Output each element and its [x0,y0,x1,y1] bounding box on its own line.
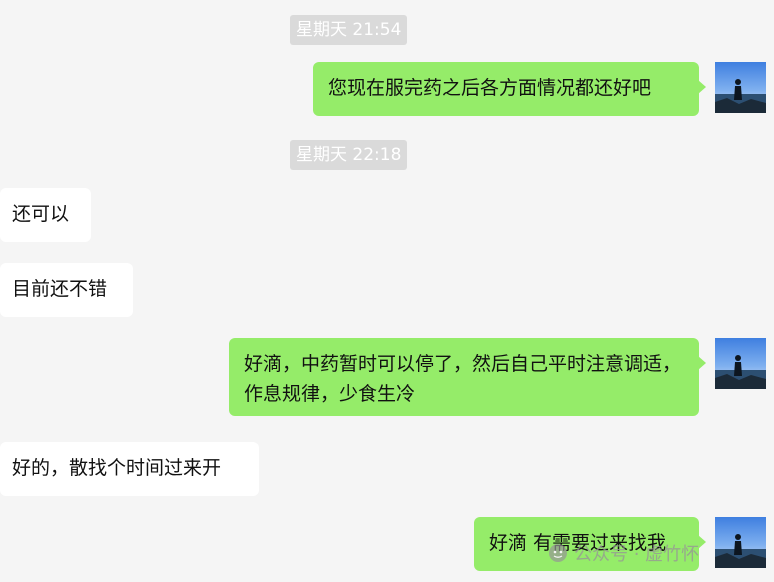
avatar-self[interactable] [715,62,766,113]
avatar-image [715,62,766,113]
message-bubble-outgoing-1[interactable]: 您现在服完药之后各方面情况都还好吧 [313,62,706,116]
wechat-official-account-icon [549,544,567,562]
avatar-image [715,517,766,568]
message-bubble-incoming-1[interactable]: 还可以 [0,188,91,242]
watermark-text: 公众号 · 虚竹怀 [574,544,700,565]
timestamp-1: 星期天 21:54 [290,15,408,45]
avatar-self[interactable] [715,338,766,389]
watermark: 公众号 · 虚竹怀 [548,538,699,568]
avatar-self[interactable] [715,517,766,568]
avatar-image [715,338,766,389]
timestamp-2: 星期天 22:18 [290,140,408,170]
message-bubble-incoming-2[interactable]: 目前还不错 [0,263,133,317]
message-bubble-incoming-3[interactable]: 好的，散找个时间过来开 [0,442,259,496]
message-bubble-outgoing-2[interactable]: 好滴，中药暂时可以停了，然后自己平时注意调适，作息规律，少食生冷 [229,338,706,416]
